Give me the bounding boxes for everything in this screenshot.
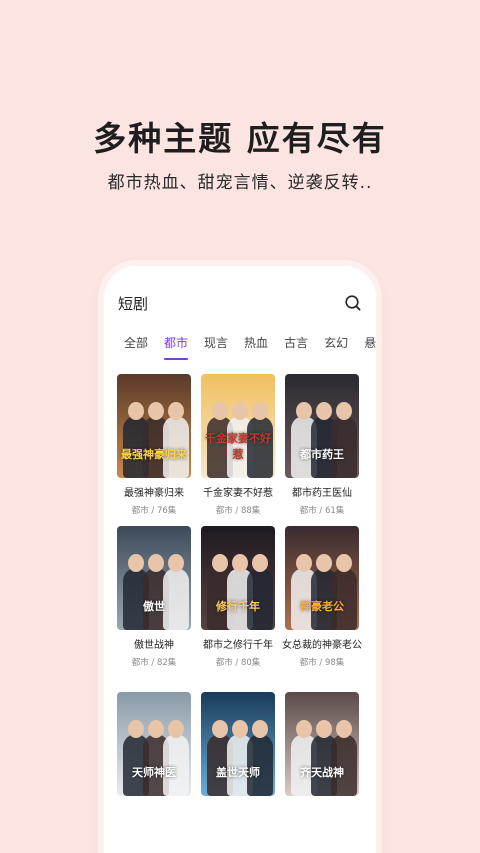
poster-face [336,720,352,738]
poster-face [128,402,144,420]
drama-meta: 都市 / 61集 [299,506,345,516]
tab-modern-romance[interactable]: 现言 [204,334,228,360]
poster-face [316,402,332,420]
drama-title: 女总裁的神豪老公 [282,640,362,651]
drama-title: 都市之修行千年 [203,640,273,651]
poster-face [212,720,228,738]
tab-action[interactable]: 热血 [244,334,268,360]
poster-face [252,554,268,572]
poster-face [336,554,352,572]
drama-card[interactable]: 修行千年 都市之修行千年 都市 / 80集 [201,526,275,692]
poster-title: 千金家妻不好惹 [205,432,271,461]
poster-face [336,402,352,420]
drama-poster[interactable]: 千金家妻不好惹 [201,374,275,478]
app-header: 短剧 [118,292,362,314]
drama-title: 都市药王医仙 [292,488,352,499]
poster-face [212,554,228,572]
drama-poster[interactable]: 修行千年 [201,526,275,630]
drama-card[interactable]: 都市药王 都市药王医仙 都市 / 61集 [285,374,359,526]
drama-card[interactable]: 最强神豪归来 最强神豪归来 都市 / 76集 [117,374,191,526]
poster-title: 天师神医 [132,766,176,779]
poster-face [232,554,248,572]
poster-title: 都市药王 [300,448,344,461]
poster-title: 傲世 [143,600,165,613]
poster-face [296,554,312,572]
poster-face [252,720,268,738]
drama-poster[interactable]: 神豪老公 [285,526,359,630]
poster-face [148,720,164,738]
drama-poster[interactable]: 傲世 [117,526,191,630]
poster-face [148,554,164,572]
drama-meta: 都市 / 76集 [131,506,177,516]
promo-headline: 多种主题 应有尽有 [93,119,387,158]
poster-face [232,720,248,738]
poster-title: 神豪老公 [300,600,344,613]
tab-fantasy[interactable]: 玄幻 [324,334,348,360]
drama-card[interactable]: 神豪老公 女总裁的神豪老公 都市 / 98集 [282,526,362,692]
search-icon[interactable] [344,294,362,312]
drama-meta: 都市 / 82集 [131,658,177,668]
poster-face [212,402,228,420]
drama-meta: 都市 / 80集 [215,658,261,668]
poster-face [148,402,164,420]
poster-face [296,402,312,420]
poster-title: 最强神豪归来 [121,448,187,461]
poster-face [316,554,332,572]
poster-face [232,402,248,420]
drama-card[interactable]: 盖世天师 [201,692,275,796]
poster-face [296,720,312,738]
poster-title: 齐天战神 [300,766,344,779]
drama-poster[interactable]: 盖世天师 [201,692,275,796]
phone-mockup: 短剧 全部 都市 现言 热血 古言 玄幻 悬 最强神豪归来 最强神豪归来 都市 … [104,266,376,853]
poster-face [168,720,184,738]
drama-title: 傲世战神 [134,640,174,651]
poster-face [252,402,268,420]
poster-face [168,554,184,572]
drama-meta: 都市 / 98集 [299,658,345,668]
drama-poster[interactable]: 齐天战神 [285,692,359,796]
drama-poster[interactable]: 天师神医 [117,692,191,796]
drama-card[interactable]: 傲世 傲世战神 都市 / 82集 [117,526,191,692]
tab-urban[interactable]: 都市 [164,334,189,360]
drama-title: 最强神豪归来 [124,488,184,499]
drama-poster[interactable]: 都市药王 [285,374,359,478]
drama-meta: 都市 / 88集 [215,506,261,516]
poster-face [316,720,332,738]
drama-poster[interactable]: 最强神豪归来 [117,374,191,478]
poster-title: 修行千年 [216,600,260,613]
drama-card[interactable]: 天师神医 [117,692,191,796]
tab-ancient-romance[interactable]: 古言 [284,334,308,360]
poster-title: 盖世天师 [216,766,260,779]
tab-suspense[interactable]: 悬 [364,334,376,360]
drama-title: 千金家妻不好惹 [203,488,273,499]
poster-face [128,554,144,572]
drama-grid: 最强神豪归来 最强神豪归来 都市 / 76集 千金家妻不好惹 千金家妻不好惹 都… [117,374,367,796]
drama-card[interactable]: 千金家妻不好惹 千金家妻不好惹 都市 / 88集 [201,374,275,526]
app-title: 短剧 [118,294,149,313]
tab-all[interactable]: 全部 [124,334,148,360]
poster-face [168,402,184,420]
drama-card[interactable]: 齐天战神 [285,692,359,796]
category-tabs: 全部 都市 现言 热血 古言 玄幻 悬 [124,334,376,360]
promo-subline: 都市热血、甜宠言情、逆袭反转.. [107,173,373,193]
poster-face [128,720,144,738]
